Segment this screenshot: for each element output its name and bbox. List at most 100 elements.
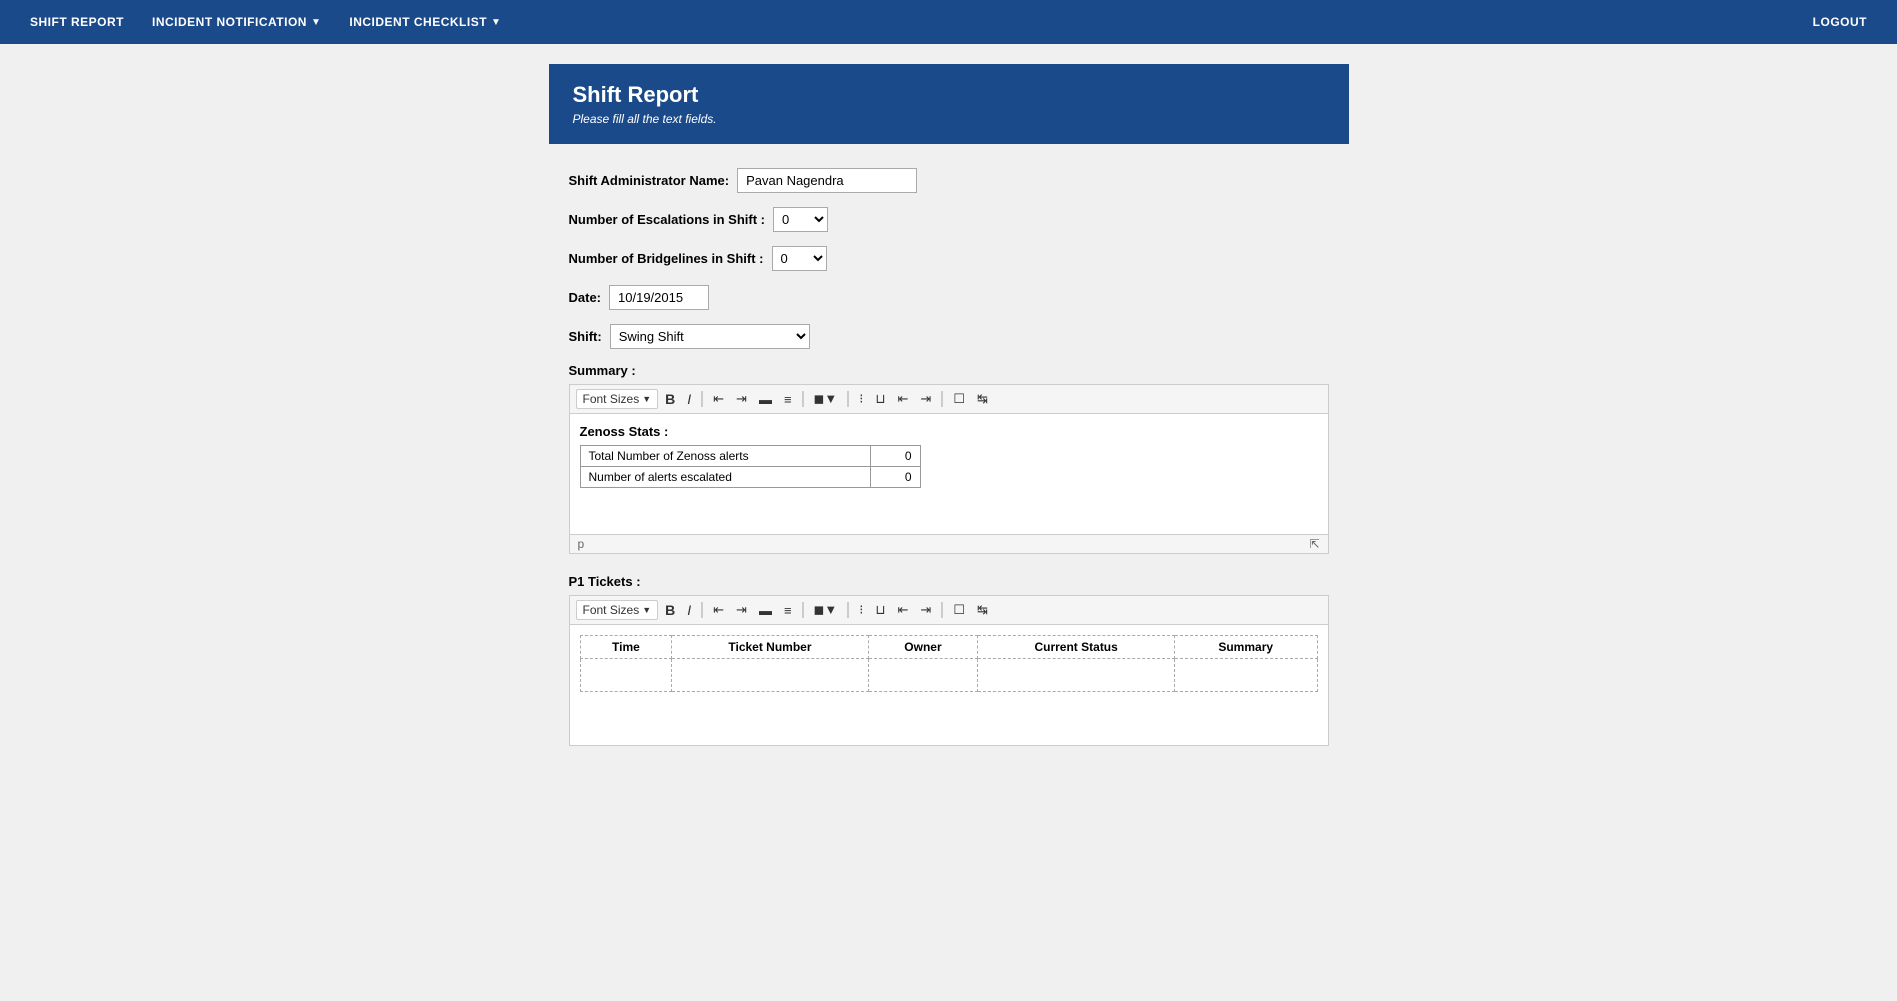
p1-font-sizes-label: Font Sizes: [583, 603, 640, 617]
escalations-row: Number of Escalations in Shift : 0123: [569, 207, 1329, 232]
align-justify-button[interactable]: ≡: [779, 390, 797, 409]
zenoss-stats-heading: Zenoss Stats :: [580, 424, 1318, 439]
p1-outdent-button[interactable]: ⇤: [893, 600, 914, 620]
p1-tickets-tbody: [580, 659, 1317, 692]
fullscreen-button[interactable]: ↹: [972, 389, 993, 409]
bold-button[interactable]: B: [660, 389, 680, 409]
p1-tickets-label: P1 Tickets :: [569, 574, 1329, 589]
summary-tag-indicator: p: [578, 537, 585, 551]
summary-editor-body[interactable]: Zenoss Stats : Total Number of Zenoss al…: [570, 414, 1328, 534]
zenoss-row-2-value[interactable]: 0: [870, 467, 920, 488]
p1-toolbar-separator-2: [802, 602, 804, 618]
p1-ordered-list-button[interactable]: ⊔: [870, 600, 890, 620]
toolbar-separator-2: [802, 391, 804, 407]
p1-tickets-editor: Font Sizes ▼ B I ⇤ ⇥ ▬ ≡ ◼▼ ⁝ ⊔ ⇤ ⇥ ☐ ↹: [569, 595, 1329, 746]
nav-incident-notification-label: INCIDENT NOTIFICATION: [152, 15, 307, 29]
admin-name-input[interactable]: [737, 168, 917, 193]
shift-row: Shift: Day Shift Swing Shift Night Shift: [569, 324, 1329, 349]
p1-blockquote-button[interactable]: ☐: [948, 600, 970, 620]
p1-align-center-button[interactable]: ⇥: [731, 600, 752, 620]
p1-cell-time[interactable]: [580, 659, 672, 692]
summary-label: Summary :: [569, 363, 1329, 378]
p1-fullscreen-button[interactable]: ↹: [972, 600, 993, 620]
p1-toolbar-separator-4: [941, 602, 943, 618]
p1-tickets-thead: Time Ticket Number Owner Current Status …: [580, 636, 1317, 659]
blockquote-button[interactable]: ☐: [948, 389, 970, 409]
p1-cell-ticket-number[interactable]: [672, 659, 868, 692]
align-left-button[interactable]: ⇤: [708, 389, 729, 409]
p1-align-right-button[interactable]: ▬: [754, 601, 777, 620]
zenoss-row-1-label: Total Number of Zenoss alerts: [580, 446, 870, 467]
p1-tickets-toolbar: Font Sizes ▼ B I ⇤ ⇥ ▬ ≡ ◼▼ ⁝ ⊔ ⇤ ⇥ ☐ ↹: [570, 596, 1328, 625]
summary-editor-footer: p ⇱: [570, 534, 1328, 553]
bridgelines-row: Number of Bridgelines in Shift : 0123: [569, 246, 1329, 271]
col-current-status: Current Status: [978, 636, 1175, 659]
summary-toolbar: Font Sizes ▼ B I ⇤ ⇥ ▬ ≡ ◼▼ ⁝ ⊔ ⇤ ⇥ ☐ ↹: [570, 385, 1328, 414]
p1-cell-current-status[interactable]: [978, 659, 1175, 692]
unordered-list-button[interactable]: ⁝: [854, 389, 868, 409]
zenoss-stats-table: Total Number of Zenoss alerts 0 Number o…: [580, 445, 921, 488]
col-time: Time: [580, 636, 672, 659]
p1-italic-button[interactable]: I: [682, 600, 696, 620]
align-right-button[interactable]: ▬: [754, 390, 777, 409]
p1-toolbar-separator-3: [847, 602, 849, 618]
nav-incident-notification[interactable]: INCIDENT NOTIFICATION ▼: [138, 0, 335, 44]
p1-table-button[interactable]: ◼▼: [809, 600, 843, 620]
p1-tickets-editor-body[interactable]: Time Ticket Number Owner Current Status …: [570, 625, 1328, 745]
admin-name-label: Shift Administrator Name:: [569, 173, 730, 188]
date-label: Date:: [569, 290, 602, 305]
incident-checklist-arrow-icon: ▼: [491, 17, 501, 28]
font-sizes-arrow-icon: ▼: [642, 394, 651, 404]
p1-font-sizes-arrow-icon: ▼: [642, 605, 651, 615]
incident-notification-arrow-icon: ▼: [311, 17, 321, 28]
page-subtitle: Please fill all the text fields.: [573, 112, 1325, 126]
p1-indent-button[interactable]: ⇥: [915, 600, 936, 620]
page-container: Shift Report Please fill all the text fi…: [549, 44, 1349, 786]
font-sizes-button[interactable]: Font Sizes ▼: [576, 389, 659, 409]
date-input[interactable]: [609, 285, 709, 310]
bridgelines-select[interactable]: 0123: [772, 246, 827, 271]
ordered-list-button[interactable]: ⊔: [870, 389, 890, 409]
toolbar-separator-1: [701, 391, 703, 407]
nav-incident-checklist[interactable]: INCIDENT CHECKLIST ▼: [335, 0, 515, 44]
page-title: Shift Report: [573, 82, 1325, 108]
nav-shift-report[interactable]: SHIFT REPORT: [16, 0, 138, 44]
p1-cell-summary[interactable]: [1174, 659, 1317, 692]
p1-bold-button[interactable]: B: [660, 600, 680, 620]
logout-button[interactable]: LOGOUT: [1799, 0, 1881, 44]
shift-report-form: Shift Administrator Name: Number of Esca…: [549, 168, 1349, 746]
date-row: Date:: [569, 285, 1329, 310]
p1-tickets-header-row: Time Ticket Number Owner Current Status …: [580, 636, 1317, 659]
summary-editor: Font Sizes ▼ B I ⇤ ⇥ ▬ ≡ ◼▼ ⁝ ⊔ ⇤ ⇥ ☐ ↹: [569, 384, 1329, 554]
bridgelines-label: Number of Bridgelines in Shift :: [569, 251, 764, 266]
col-owner: Owner: [868, 636, 978, 659]
navbar: SHIFT REPORT INCIDENT NOTIFICATION ▼ INC…: [0, 0, 1897, 44]
col-summary: Summary: [1174, 636, 1317, 659]
zenoss-row-1: Total Number of Zenoss alerts 0: [580, 446, 920, 467]
shift-label: Shift:: [569, 329, 602, 344]
italic-button[interactable]: I: [682, 389, 696, 409]
nav-incident-checklist-label: INCIDENT CHECKLIST: [349, 15, 487, 29]
zenoss-row-1-value[interactable]: 0: [870, 446, 920, 467]
resize-handle-icon[interactable]: ⇱: [1309, 537, 1319, 551]
shift-select[interactable]: Day Shift Swing Shift Night Shift: [610, 324, 810, 349]
zenoss-row-2-label: Number of alerts escalated: [580, 467, 870, 488]
p1-ticket-row-1: [580, 659, 1317, 692]
toolbar-separator-3: [847, 391, 849, 407]
p1-align-left-button[interactable]: ⇤: [708, 600, 729, 620]
p1-tickets-table: Time Ticket Number Owner Current Status …: [580, 635, 1318, 692]
p1-font-sizes-button[interactable]: Font Sizes ▼: [576, 600, 659, 620]
indent-button[interactable]: ⇥: [915, 389, 936, 409]
align-center-button[interactable]: ⇥: [731, 389, 752, 409]
col-ticket-number: Ticket Number: [672, 636, 868, 659]
escalations-select[interactable]: 0123: [773, 207, 828, 232]
p1-cell-owner[interactable]: [868, 659, 978, 692]
p1-toolbar-separator-1: [701, 602, 703, 618]
table-button[interactable]: ◼▼: [809, 389, 843, 409]
zenoss-row-2: Number of alerts escalated 0: [580, 467, 920, 488]
p1-unordered-list-button[interactable]: ⁝: [854, 600, 868, 620]
p1-align-justify-button[interactable]: ≡: [779, 601, 797, 620]
font-sizes-label: Font Sizes: [583, 392, 640, 406]
page-header: Shift Report Please fill all the text fi…: [549, 64, 1349, 144]
outdent-button[interactable]: ⇤: [893, 389, 914, 409]
